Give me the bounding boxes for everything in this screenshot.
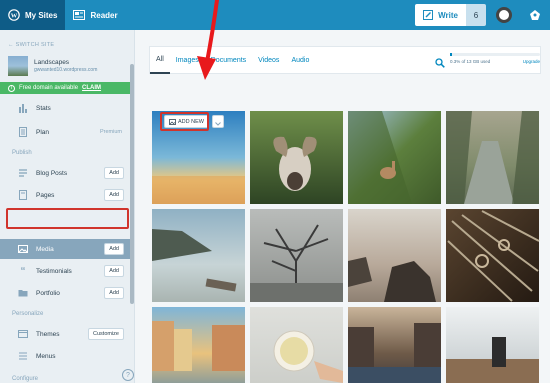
- sidebar-item-blog-posts[interactable]: Blog Posts Add: [0, 163, 132, 183]
- reader-button[interactable]: Reader: [65, 0, 125, 30]
- media-grid-thumbnails: [152, 111, 540, 383]
- sidebar-item-label: Pages: [36, 191, 55, 199]
- site-url: gwwanted10.wordpress.com: [34, 67, 98, 73]
- write-label: Write: [438, 10, 458, 20]
- media-thumbnail[interactable]: [446, 209, 540, 302]
- reader-icon: [73, 9, 86, 21]
- domain-text: Free domain available: [19, 85, 79, 91]
- sidebar-item-label: Media: [36, 245, 54, 253]
- tab-images[interactable]: Images: [170, 46, 205, 74]
- media-icon: [18, 244, 28, 254]
- add-new-dropdown[interactable]: [212, 115, 224, 128]
- add-testimonial-button[interactable]: Add: [104, 265, 124, 277]
- drafts-count[interactable]: 6: [466, 4, 486, 26]
- add-post-button[interactable]: Add: [104, 167, 124, 179]
- storage-bar-fill: [450, 53, 452, 56]
- sidebar-item-label: Testimonials: [36, 267, 72, 275]
- media-thumbnail[interactable]: [152, 307, 245, 383]
- add-media-button[interactable]: Add: [104, 243, 124, 255]
- sidebar-item-stats[interactable]: Stats: [0, 98, 132, 118]
- storage-bar: [450, 53, 540, 56]
- switch-site-link[interactable]: ← SWITCH SITE: [0, 30, 134, 50]
- media-thumbnail[interactable]: [250, 307, 343, 383]
- tab-documents[interactable]: Documents: [205, 46, 252, 74]
- media-highlight: [6, 208, 129, 229]
- add-new-highlight: [160, 112, 209, 131]
- sidebar-item-label: Blog Posts: [36, 169, 68, 177]
- wordpress-icon: W: [8, 9, 20, 21]
- sidebar: ← SWITCH SITE Landscapes gwwanted10.word…: [0, 30, 135, 383]
- sidebar-item-label: Themes: [36, 330, 60, 338]
- add-page-button[interactable]: Add: [104, 189, 124, 201]
- media-thumbnail[interactable]: [348, 307, 441, 383]
- upgrade-link[interactable]: Upgrade: [523, 59, 540, 64]
- notifications-icon[interactable]: [528, 8, 542, 22]
- section-configure: Configure: [12, 376, 39, 382]
- my-sites-button[interactable]: W My Sites: [0, 0, 66, 30]
- tab-videos[interactable]: Videos: [252, 46, 285, 74]
- avatar[interactable]: [496, 7, 512, 23]
- quote-icon: “: [20, 265, 26, 277]
- claim-link[interactable]: CLAIM: [82, 85, 101, 91]
- search-icon[interactable]: [435, 55, 445, 68]
- masterbar: W My Sites Reader Write 6: [0, 0, 550, 30]
- sidebar-item-label: Menus: [36, 352, 56, 360]
- posts-icon: [18, 168, 28, 178]
- sidebar-item-menus[interactable]: Menus: [0, 346, 132, 366]
- current-site[interactable]: Landscapes gwwanted10.wordpress.com: [0, 50, 134, 82]
- sidebar-item-pages[interactable]: Pages Add: [0, 185, 132, 205]
- my-sites-label: My Sites: [25, 10, 58, 20]
- media-thumbnail[interactable]: [152, 209, 245, 302]
- media-thumbnail[interactable]: [250, 111, 343, 204]
- storage-meter: 0.3% of 13 GB used Upgrade: [450, 53, 540, 64]
- sidebar-scrollbar[interactable]: [130, 64, 134, 304]
- chevron-down-icon: [215, 113, 221, 131]
- sidebar-item-plan[interactable]: Plan Premium: [0, 122, 132, 142]
- free-domain-banner[interactable]: i Free domain available CLAIM: [0, 82, 134, 94]
- media-thumbnail[interactable]: [348, 209, 441, 302]
- site-name: Landscapes: [34, 59, 70, 66]
- pencil-icon: [423, 10, 434, 20]
- media-library: All Images Documents Videos Audio 0.3% o…: [136, 30, 550, 383]
- media-filter-bar: All Images Documents Videos Audio 0.3% o…: [149, 46, 541, 74]
- media-thumbnail[interactable]: [446, 111, 539, 204]
- customize-button[interactable]: Customize: [88, 328, 124, 340]
- folder-icon: [18, 288, 28, 298]
- section-publish: Publish: [12, 150, 32, 156]
- sidebar-item-label: Portfolio: [36, 289, 60, 297]
- sidebar-item-themes[interactable]: Themes Customize: [0, 324, 132, 344]
- sidebar-item-media[interactable]: Media Add: [0, 239, 132, 259]
- reader-label: Reader: [90, 10, 118, 20]
- sidebar-item-label: Plan: [36, 128, 50, 136]
- media-thumbnail[interactable]: [250, 209, 343, 302]
- themes-icon: [18, 329, 28, 339]
- sidebar-item-label: Stats: [36, 104, 51, 112]
- write-button[interactable]: Write: [415, 4, 466, 26]
- info-icon: i: [8, 84, 15, 92]
- tab-all[interactable]: All: [150, 46, 170, 74]
- stats-icon: [18, 103, 28, 113]
- section-personalize: Personalize: [12, 311, 44, 317]
- media-thumbnail[interactable]: [348, 111, 441, 204]
- site-icon: [8, 56, 28, 76]
- plan-badge: Premium: [99, 129, 122, 135]
- sidebar-item-testimonials[interactable]: “ Testimonials Add: [0, 261, 132, 281]
- media-thumbnail[interactable]: [446, 307, 539, 383]
- tab-audio[interactable]: Audio: [285, 46, 315, 74]
- menus-icon: [18, 351, 28, 361]
- sidebar-item-portfolio[interactable]: Portfolio Add: [0, 283, 132, 303]
- plan-icon: [18, 127, 28, 137]
- storage-text: 0.3% of 13 GB used: [450, 59, 491, 64]
- add-portfolio-button[interactable]: Add: [104, 287, 124, 299]
- pages-icon: [18, 190, 28, 200]
- svg-text:W: W: [11, 12, 18, 19]
- media-grid: [152, 111, 550, 383]
- help-icon[interactable]: ?: [122, 369, 134, 381]
